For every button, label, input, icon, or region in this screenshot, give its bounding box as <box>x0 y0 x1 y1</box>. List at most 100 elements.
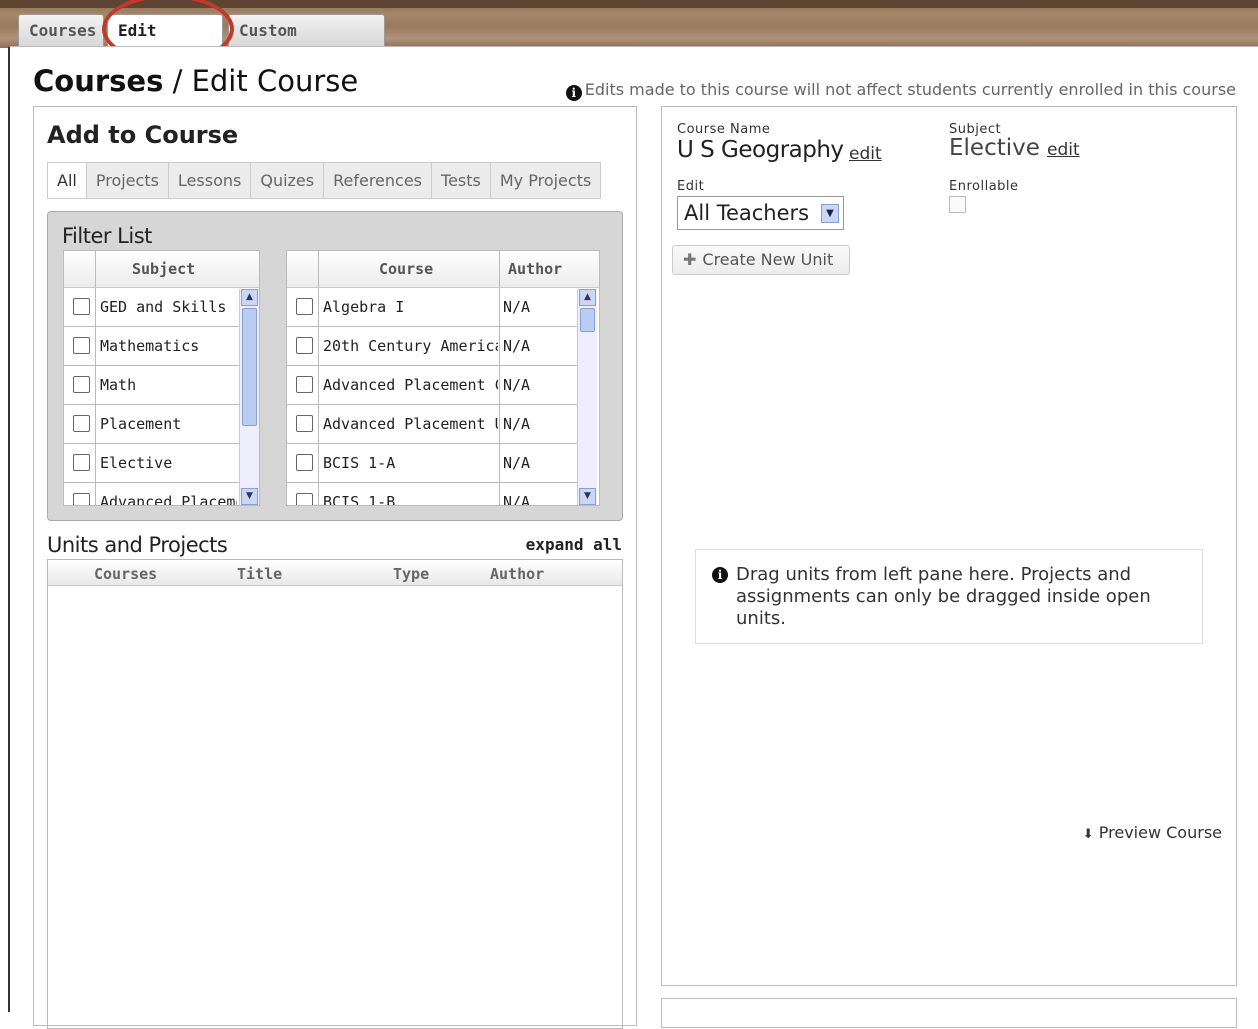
tab-courses[interactable]: Courses <box>18 14 104 46</box>
subject-label: Math <box>100 376 137 394</box>
subject-checkbox[interactable] <box>73 298 90 315</box>
course-label: BCIS 1-A <box>323 454 396 472</box>
course-label: BCIS 1-B <box>323 493 396 506</box>
course-checkbox[interactable] <box>296 337 313 354</box>
content-type-tabs: All Projects Lessons Quizes References T… <box>47 162 602 199</box>
course-row[interactable]: BCIS 1-B N/A <box>287 483 577 506</box>
units-column-title[interactable]: Title <box>237 565 282 583</box>
download-arrow-icon: ⬇ <box>1082 827 1094 842</box>
subject-label: Placement <box>100 415 182 433</box>
subject-row[interactable]: Advanced Placeme <box>64 483 239 506</box>
scroll-thumb[interactable] <box>580 308 595 332</box>
breadcrumb-current: Edit Course <box>191 64 359 98</box>
course-grid-header: Course Author <box>287 251 599 288</box>
units-table: Courses Title Type Author <box>47 559 623 1029</box>
info-icon: i <box>565 85 582 101</box>
edit-permission-value: All Teachers <box>684 201 810 225</box>
course-row[interactable]: 20th Century American N/A <box>287 327 577 366</box>
subject-checkbox[interactable] <box>73 454 90 471</box>
course-scrollbar[interactable]: ▲ ▼ <box>577 289 597 505</box>
subject-scrollbar[interactable]: ▲ ▼ <box>239 289 259 505</box>
course-name-label: Course Name <box>677 122 771 137</box>
course-checkbox[interactable] <box>296 415 313 432</box>
subject-row[interactable]: Math <box>64 366 239 405</box>
scroll-up-arrow-icon[interactable]: ▲ <box>579 289 596 306</box>
enrollable-label: Enrollable <box>949 179 1019 194</box>
units-column-author[interactable]: Author <box>490 565 544 583</box>
course-author: N/A <box>503 298 531 316</box>
filter-tab-my-projects[interactable]: My Projects <box>490 163 601 198</box>
subject-row[interactable]: Mathematics <box>64 327 239 366</box>
scroll-down-arrow-icon[interactable]: ▼ <box>579 488 596 505</box>
course-label: Advanced Placement Ca <box>323 376 498 394</box>
subject-label: Advanced Placeme <box>100 493 237 506</box>
edit-permission-label: Edit <box>677 179 705 194</box>
breadcrumb-separator: / <box>172 64 183 98</box>
units-column-type[interactable]: Type <box>393 565 429 583</box>
add-to-course-title: Add to Course <box>47 121 239 149</box>
course-column-header[interactable]: Course <box>379 260 433 278</box>
enrollable-checkbox[interactable] <box>949 196 966 213</box>
create-new-unit-button[interactable]: ✚ Create New Unit <box>672 245 850 275</box>
subject-row[interactable]: Placement <box>64 405 239 444</box>
scroll-up-arrow-icon[interactable]: ▲ <box>241 289 258 306</box>
add-to-course-panel: Add to Course All Projects Lessons Quize… <box>33 106 637 1029</box>
course-name-value: U S Geography <box>677 137 844 163</box>
subject-edit-link[interactable]: edit <box>1047 140 1080 160</box>
course-row[interactable]: BCIS 1-A N/A <box>287 444 577 483</box>
expand-all-link[interactable]: expand all <box>526 535 622 554</box>
filter-tab-tests[interactable]: Tests <box>432 163 491 198</box>
scroll-down-arrow-icon[interactable]: ▼ <box>241 488 258 505</box>
course-row[interactable]: Advanced Placement U. N/A <box>287 405 577 444</box>
subject-label: Elective <box>100 454 173 472</box>
course-label: Algebra I <box>323 298 405 316</box>
filter-tab-references[interactable]: References <box>324 163 433 198</box>
filter-tab-lessons[interactable]: Lessons <box>168 163 252 198</box>
preview-course-link[interactable]: ⬇ Preview Course <box>1083 823 1222 842</box>
course-author: N/A <box>503 454 531 472</box>
subject-column-header[interactable]: Subject <box>132 260 195 278</box>
scroll-thumb[interactable] <box>242 308 257 426</box>
page-title: Courses / Edit Course <box>33 64 358 98</box>
course-author: N/A <box>503 337 531 355</box>
author-column-header[interactable]: Author <box>508 260 562 278</box>
edit-notice: i Edits made to this course will not affe… <box>565 80 1236 101</box>
subject-checkbox[interactable] <box>73 376 90 393</box>
breadcrumb-courses[interactable]: Courses <box>33 64 163 98</box>
filter-tab-quizes[interactable]: Quizes <box>251 163 325 198</box>
course-checkbox[interactable] <box>296 493 313 505</box>
course-checkbox[interactable] <box>296 454 313 471</box>
subject-row[interactable]: GED and Skills Es <box>64 288 239 327</box>
course-row[interactable]: Algebra I N/A <box>287 288 577 327</box>
subject-checkbox[interactable] <box>73 415 90 432</box>
units-column-courses[interactable]: Courses <box>94 565 157 583</box>
edit-permission-select[interactable]: All Teachers ▼ <box>677 196 844 230</box>
drop-zone-hint: i Drag units from left pane here. Projec… <box>695 549 1203 644</box>
drop-zone-hint-text: Drag units from left pane here. Projects… <box>736 564 1151 629</box>
course-details-panel-lower <box>661 998 1237 1028</box>
subject-grid: Subject GED and Skills Es Mathematics Ma… <box>63 250 260 506</box>
course-grid: Course Author Algebra I N/A 20th Century … <box>286 250 600 506</box>
course-author: N/A <box>503 493 531 506</box>
course-checkbox[interactable] <box>296 376 313 393</box>
filter-list-title: Filter List <box>62 224 152 248</box>
info-icon: i <box>712 567 728 583</box>
subject-row[interactable]: Elective <box>64 444 239 483</box>
subject-checkbox[interactable] <box>73 337 90 354</box>
course-author: N/A <box>503 415 531 433</box>
course-checkbox[interactable] <box>296 298 313 315</box>
subject-grid-header: Subject <box>64 251 259 288</box>
units-and-projects-title: Units and Projects <box>47 533 228 557</box>
preview-course-label: Preview Course <box>1098 823 1222 842</box>
filter-tab-all[interactable]: All <box>48 163 87 198</box>
subject-checkbox[interactable] <box>73 493 90 505</box>
filter-tab-projects[interactable]: Projects <box>86 163 169 198</box>
edit-notice-text: Edits made to this course will not affec… <box>584 80 1236 99</box>
chevron-down-icon[interactable]: ▼ <box>821 204 839 223</box>
course-label: 20th Century American <box>323 337 498 355</box>
units-table-header: Courses Title Type Author <box>48 560 622 586</box>
tab-custom-projects[interactable]: Custom Projects <box>228 14 385 72</box>
subject-label: Mathematics <box>100 337 200 355</box>
course-name-edit-link[interactable]: edit <box>849 144 882 164</box>
course-row[interactable]: Advanced Placement Ca N/A <box>287 366 577 405</box>
